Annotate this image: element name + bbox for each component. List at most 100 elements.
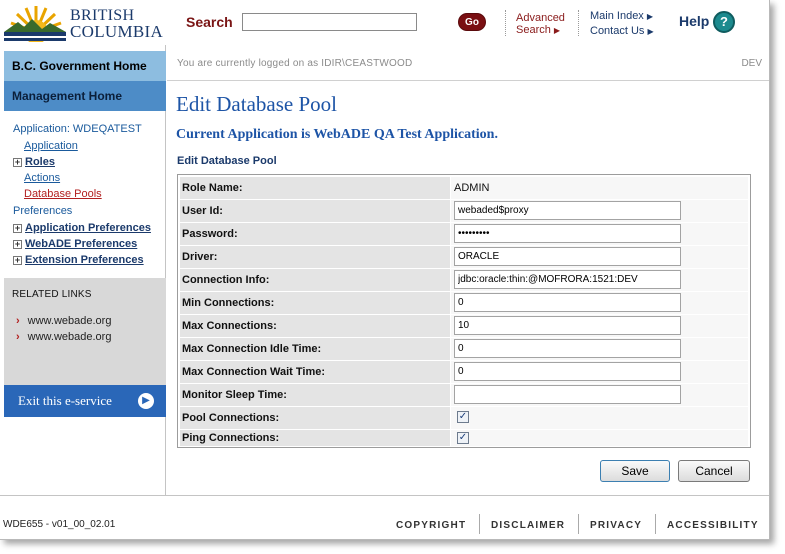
max-wait-field[interactable] bbox=[454, 362, 681, 381]
monitor-sleep-field[interactable] bbox=[454, 385, 681, 404]
search-label: Search bbox=[186, 14, 233, 30]
management-home-link[interactable]: Management Home bbox=[4, 81, 166, 111]
expand-plus-icon[interactable]: + bbox=[13, 224, 22, 233]
value-cell bbox=[451, 269, 748, 291]
max-connections-field[interactable] bbox=[454, 316, 681, 335]
advanced-search-line1: Advanced bbox=[516, 12, 565, 24]
bc-sun-logo-icon bbox=[4, 6, 66, 44]
value-cell bbox=[451, 384, 748, 406]
expand-plus-icon[interactable]: + bbox=[13, 240, 22, 249]
form-row-user-id: User Id: bbox=[180, 200, 748, 222]
related-link[interactable]: › www.webade.org bbox=[16, 315, 111, 327]
nav-database-pools-link[interactable]: Database Pools bbox=[24, 188, 102, 200]
expand-plus-icon[interactable]: + bbox=[13, 256, 22, 265]
connection-info-field[interactable] bbox=[454, 270, 681, 289]
value-cell bbox=[451, 361, 748, 383]
application-heading: Application: WDEQATEST bbox=[13, 123, 142, 135]
max-idle-field[interactable] bbox=[454, 339, 681, 358]
pool-connections-checkbox[interactable]: ✓ bbox=[457, 411, 469, 423]
form-row-ping-connections: Ping Connections: ✓ bbox=[180, 430, 748, 446]
logo-wordmark: BRITISH COLUMBIA bbox=[70, 8, 164, 41]
form-row-driver: Driver: bbox=[180, 246, 748, 268]
role-name-value: ADMIN bbox=[454, 182, 490, 194]
value-cell: ✓ bbox=[451, 407, 748, 429]
related-links-title: RELATED LINKS bbox=[12, 289, 92, 300]
ping-connections-checkbox[interactable]: ✓ bbox=[457, 432, 469, 444]
monitor-sleep-label: Monitor Sleep Time: bbox=[180, 384, 450, 406]
header-divider bbox=[505, 10, 506, 36]
main-index-label: Main Index bbox=[590, 10, 644, 22]
chevron-right-icon: ▶ bbox=[553, 26, 561, 35]
copyright-link[interactable]: COPYRIGHT bbox=[396, 520, 466, 531]
nav-application-link[interactable]: Application bbox=[24, 140, 78, 152]
related-link[interactable]: › www.webade.org bbox=[16, 331, 111, 343]
save-button[interactable]: Save bbox=[600, 460, 670, 482]
accessibility-link[interactable]: ACCESSIBILITY bbox=[667, 520, 759, 531]
main-index-link[interactable]: Main Index ▶ bbox=[590, 9, 654, 24]
current-application-heading: Current Application is WebADE QA Test Ap… bbox=[176, 127, 498, 142]
left-navigation: B.C. Government Home Management Home App… bbox=[0, 45, 166, 495]
value-cell: ✓ bbox=[451, 430, 748, 446]
help-link[interactable]: Help bbox=[679, 13, 709, 29]
browser-frame: BRITISH COLUMBIA Search Go Advanced Sear… bbox=[0, 0, 770, 540]
advanced-search-link[interactable]: Advanced Search ▶ bbox=[516, 12, 565, 37]
section-heading: Edit Database Pool bbox=[177, 155, 277, 167]
cancel-button[interactable]: Cancel bbox=[678, 460, 750, 482]
go-button[interactable]: Go bbox=[458, 13, 486, 31]
contact-us-link[interactable]: Contact Us ▶ bbox=[590, 24, 654, 39]
min-connections-label: Min Connections: bbox=[180, 292, 450, 314]
role-name-label: Role Name: bbox=[180, 177, 450, 199]
form-row-max-wait: Max Connection Wait Time: bbox=[180, 361, 748, 383]
exit-label: Exit this e-service bbox=[18, 393, 112, 408]
password-label: Password: bbox=[180, 223, 450, 245]
build-version: WDE655 - v01_00_02.01 bbox=[3, 519, 116, 530]
expand-plus-icon[interactable]: + bbox=[13, 158, 22, 167]
value-cell: ADMIN bbox=[451, 177, 748, 199]
quick-links: Main Index ▶ Contact Us ▶ bbox=[590, 9, 654, 39]
value-cell bbox=[451, 223, 748, 245]
site-footer: WDE655 - v01_00_02.01 COPYRIGHT DISCLAIM… bbox=[0, 495, 769, 539]
min-connections-field[interactable] bbox=[454, 293, 681, 312]
form-row-connection-info: Connection Info: bbox=[180, 269, 748, 291]
related-link-label: www.webade.org bbox=[27, 315, 112, 327]
max-wait-label: Max Connection Wait Time: bbox=[180, 361, 450, 383]
gov-home-link[interactable]: B.C. Government Home bbox=[4, 51, 166, 81]
nav-application-preferences-link[interactable]: Application Preferences bbox=[25, 222, 151, 234]
nav-extension-preferences-link[interactable]: Extension Preferences bbox=[25, 254, 144, 266]
page-title: Edit Database Pool bbox=[176, 92, 337, 116]
arrow-right-icon: › bbox=[16, 315, 20, 327]
nav-roles-link[interactable]: Roles bbox=[25, 156, 55, 168]
max-idle-label: Max Connection Idle Time: bbox=[180, 338, 450, 360]
help-icon[interactable]: ? bbox=[713, 11, 735, 33]
form-row-password: Password: bbox=[180, 223, 748, 245]
max-connections-label: Max Connections: bbox=[180, 315, 450, 337]
contact-us-label: Contact Us bbox=[590, 25, 645, 37]
advanced-search-line2: Search bbox=[516, 24, 551, 36]
search-input[interactable] bbox=[242, 13, 417, 31]
form-row-max-idle: Max Connection Idle Time: bbox=[180, 338, 748, 360]
logo-line2: COLUMBIA bbox=[70, 22, 164, 41]
connection-info-label: Connection Info: bbox=[180, 269, 450, 291]
driver-field[interactable] bbox=[454, 247, 681, 266]
form-row-role-name: Role Name: ADMIN bbox=[180, 177, 748, 199]
nav-actions-link[interactable]: Actions bbox=[24, 172, 60, 184]
related-links-panel: RELATED LINKS › www.webade.org › www.webad… bbox=[4, 278, 166, 385]
user-id-field[interactable] bbox=[454, 201, 681, 220]
preferences-heading: Preferences bbox=[13, 205, 73, 217]
password-field[interactable] bbox=[454, 224, 681, 243]
form-row-min-connections: Min Connections: bbox=[180, 292, 748, 314]
environment-label: DEV bbox=[741, 58, 762, 69]
form-row-pool-connections: Pool Connections: ✓ bbox=[180, 407, 748, 429]
edit-pool-form: Role Name: ADMIN User Id: Password: Driv… bbox=[177, 174, 751, 448]
nav-webade-preferences-link[interactable]: WebADE Preferences bbox=[25, 238, 137, 250]
privacy-link[interactable]: PRIVACY bbox=[590, 520, 642, 531]
logged-on-text: You are currently logged on as IDIR\CEAS… bbox=[177, 58, 413, 69]
arrow-circle-right-icon: ▶ bbox=[138, 393, 154, 409]
value-cell bbox=[451, 315, 748, 337]
disclaimer-link[interactable]: DISCLAIMER bbox=[491, 520, 565, 531]
value-cell bbox=[451, 246, 748, 268]
chevron-right-icon: ▶ bbox=[646, 12, 654, 21]
exit-eservice-button[interactable]: Exit this e-service ▶ bbox=[4, 385, 166, 417]
bc-logo[interactable]: BRITISH COLUMBIA bbox=[2, 2, 164, 44]
footer-divider bbox=[578, 514, 579, 534]
